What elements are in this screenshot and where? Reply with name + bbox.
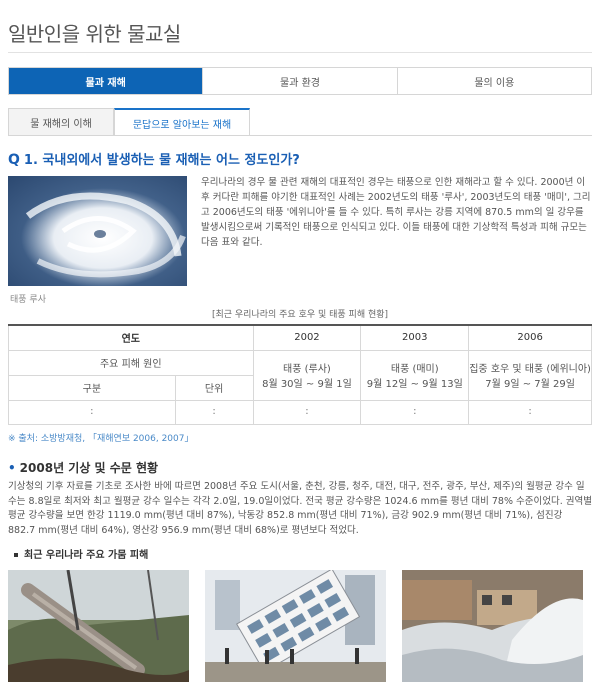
row-label-unit: 단위 [174,374,254,401]
square-bullet-icon [14,553,18,557]
typhoon-satellite-image [8,176,187,286]
question-text: 1. 국내외에서 발생하는 물 재해는 어느 정도인가? [23,153,300,168]
storm-surge-photo [402,570,583,682]
cause-period: 7월 9일 ~ 7월 29일 [485,379,575,390]
page-title: 일반인을 위한 물교실 [8,22,181,46]
section-title-text: 2008년 기상 및 수문 현황 [19,461,159,475]
cause-2006: 집중 호우 및 태풍 (에위니아) 7월 9일 ~ 7월 29일 [468,349,592,401]
ellipsis-cell: : [8,399,176,425]
section-paragraph: 기상청의 기후 자료를 기초로 조사한 바에 따르면 2008년 주요 도시(서… [8,481,592,536]
row-label-category: 구분 [8,374,176,401]
cause-2003: 태풍 (매미) 9월 12일 ~ 9월 13일 [360,349,470,401]
header-year-2006: 2006 [468,324,592,351]
image-caption: 태풍 루사 [10,295,46,305]
bullet-icon: • [8,461,16,475]
cause-name: 태풍 (매미) [390,364,439,375]
question-heading: Q 1. 국내외에서 발생하는 물 재해는 어느 정도인가? [8,149,300,168]
ellipsis-cell: : [468,399,592,425]
tab-water-use[interactable]: 물의 이용 [396,68,591,94]
main-tabs: 물과 재해 물과 환경 물의 이용 [8,67,592,95]
ellipsis-cell: : [360,399,470,425]
cause-2002: 태풍 (루사) 8월 30일 ~ 9월 1일 [252,349,362,401]
table-caption: [최근 우리나라의 주요 호우 및 태풍 피해 현황] [211,310,389,320]
sub-tabs: 물 재해의 이해 문답으로 알아보는 재해 [8,108,250,136]
cause-name: 태풍 (루사) [283,364,331,375]
source-note: ※ 출처: 소방방재청, 「재해연보 2006, 2007」 [8,434,194,444]
subsection-title-text: 최근 우리나라 주요 가뭄 피해 [24,550,149,561]
tab-water-environment[interactable]: 물과 환경 [202,68,397,94]
fallen-pole-photo [8,570,189,682]
subsection-heading: 최근 우리나라 주요 가뭄 피해 [14,546,148,561]
cause-period: 8월 30일 ~ 9월 1일 [262,379,352,390]
header-year-2002: 2002 [252,324,362,351]
question-marker: Q [8,152,20,168]
row-label-cause: 주요 피해 원인 [8,349,254,376]
intro-paragraph: 우리나라의 경우 물 관련 재해의 대표적인 경우는 태풍으로 인한 재해라고 … [201,177,591,248]
cause-period: 9월 12일 ~ 9월 13일 [366,379,463,390]
collapsed-building-photo [205,570,386,682]
ellipsis-cell: : [174,399,254,425]
header-year: 연도 [8,324,254,351]
tab-water-disaster[interactable]: 물과 재해 [9,68,203,94]
cause-name: 집중 호우 및 태풍 (에위니아) [469,364,591,375]
header-year-2003: 2003 [360,324,470,351]
subtab-divider [8,135,592,136]
subtab-understanding[interactable]: 물 재해의 이해 [8,108,114,136]
subtab-qa[interactable]: 문답으로 알아보는 재해 [114,108,250,136]
section-heading: • 2008년 기상 및 수문 현황 [8,459,158,476]
title-divider [8,52,592,53]
disaster-table: 연도 2002 2003 2006 주요 피해 원인 태풍 (루사) 8월 30일… [8,324,592,425]
ellipsis-cell: : [252,399,362,425]
